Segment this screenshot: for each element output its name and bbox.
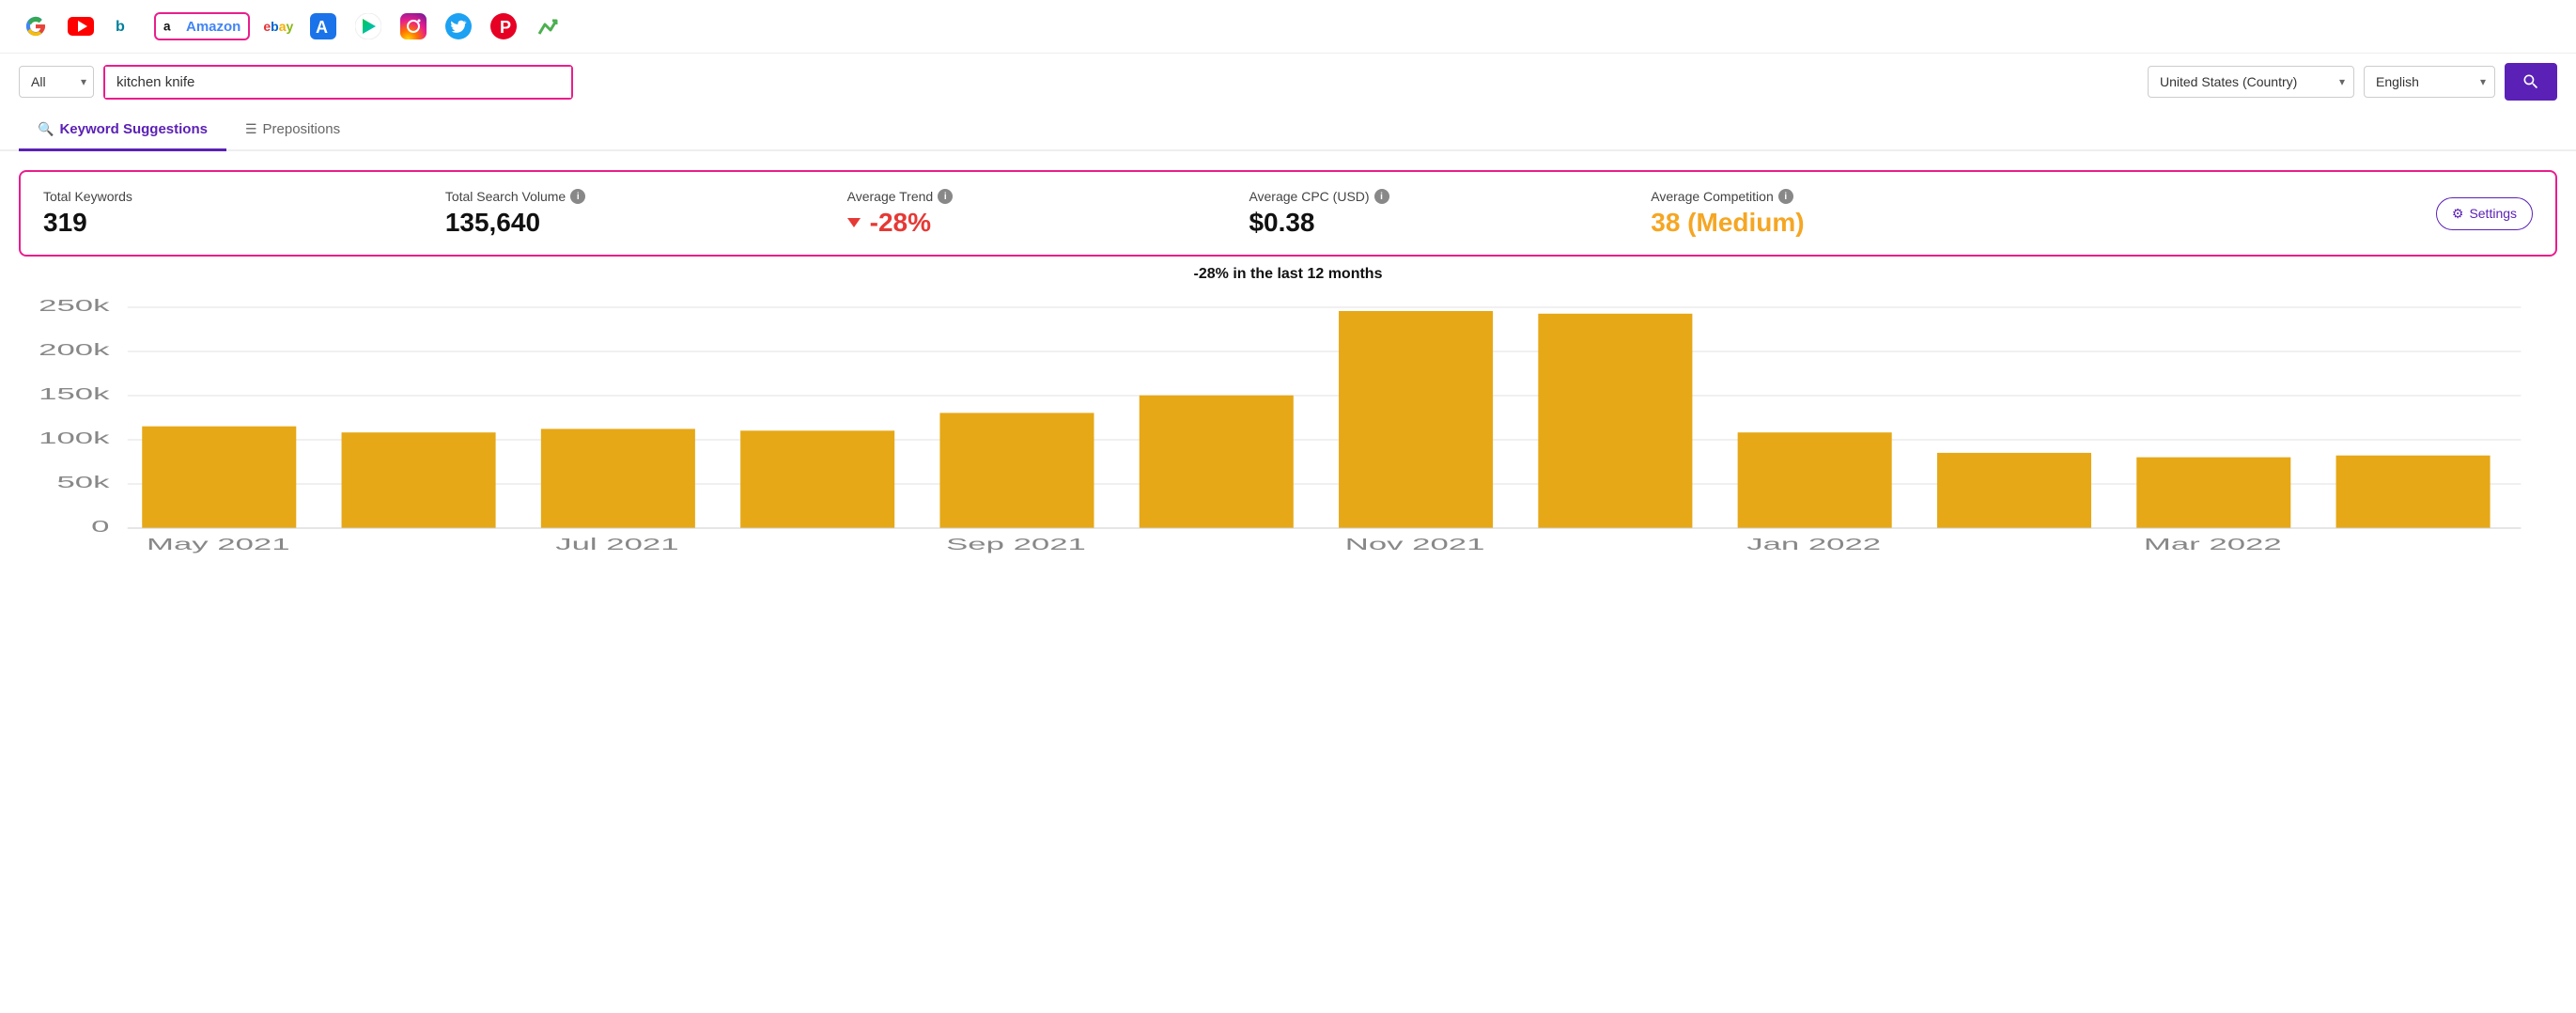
total-search-volume-info-icon[interactable]: i: [570, 189, 585, 204]
search-button[interactable]: [2505, 63, 2557, 101]
total-keywords-value: 319: [43, 208, 427, 238]
stat-average-competition: Average Competition i 38 (Medium): [1651, 189, 2053, 238]
twitter-nav-icon[interactable]: [442, 9, 475, 43]
bing-nav-icon[interactable]: b: [109, 9, 143, 43]
search-input-wrapper: [103, 65, 573, 100]
average-trend-value: -28%: [847, 208, 1231, 238]
search-tab-icon: 🔍: [38, 121, 54, 137]
svg-text:P: P: [500, 18, 511, 37]
svg-text:150k: 150k: [39, 384, 110, 403]
chart-area: 250k 200k 150k 100k 50k 0: [19, 298, 2557, 561]
stat-average-trend: Average Trend i -28%: [847, 189, 1249, 238]
country-select-wrapper: United States (Country): [2148, 66, 2354, 98]
trend-down-arrow-icon: [847, 218, 861, 227]
bar-dec2021: [1538, 314, 1692, 528]
average-cpc-label: Average CPC (USD) i: [1249, 189, 1632, 204]
svg-text:250k: 250k: [39, 298, 110, 315]
svg-text:Mar 2022: Mar 2022: [2144, 535, 2282, 553]
stat-average-cpc: Average CPC (USD) i $0.38: [1249, 189, 1651, 238]
search-bar: All United States (Country) English: [0, 54, 2576, 110]
bar-aug2021: [740, 430, 894, 528]
svg-text:Jul 2021: Jul 2021: [555, 535, 678, 553]
bar-mar2022: [2136, 458, 2290, 528]
country-select[interactable]: United States (Country): [2148, 66, 2354, 98]
language-select-wrapper: English: [2364, 66, 2495, 98]
tab-prepositions-label: Prepositions: [263, 121, 341, 137]
tab-suggestions-label: Keyword Suggestions: [59, 121, 208, 137]
settings-button[interactable]: ⚙ Settings: [2436, 197, 2533, 230]
average-competition-label: Average Competition i: [1651, 189, 2034, 204]
bar-sep2021: [939, 413, 1094, 528]
search-input[interactable]: [105, 67, 571, 98]
ebay-nav-icon[interactable]: ebay: [261, 9, 295, 43]
filter-select[interactable]: All: [19, 66, 94, 98]
bar-feb2022: [1937, 453, 2091, 528]
svg-text:100k: 100k: [39, 429, 110, 447]
svg-text:b: b: [116, 18, 125, 35]
stat-total-search-volume: Total Search Volume i 135,640: [445, 189, 847, 238]
settings-gear-icon: ⚙: [2452, 206, 2464, 222]
svg-text:Sep 2021: Sep 2021: [946, 535, 1086, 553]
stats-panel: Total Keywords 319 Total Search Volume i…: [19, 170, 2557, 257]
bar-jun2021: [342, 432, 496, 528]
average-cpc-value: $0.38: [1249, 208, 1632, 238]
language-select[interactable]: English: [2364, 66, 2495, 98]
total-search-volume-value: 135,640: [445, 208, 829, 238]
svg-text:A: A: [316, 18, 328, 37]
search-icon: [2522, 72, 2540, 91]
svg-text:50k: 50k: [57, 473, 110, 491]
top-nav: b a Amazon ebay A: [0, 0, 2576, 54]
chart-title: -28% in the last 12 months: [19, 266, 2557, 283]
tabs: 🔍 Keyword Suggestions ☰ Prepositions: [0, 110, 2576, 151]
youtube-nav-icon[interactable]: [64, 9, 98, 43]
svg-text:a: a: [163, 20, 171, 34]
average-competition-value: 38 (Medium): [1651, 208, 2034, 238]
tab-keyword-suggestions[interactable]: 🔍 Keyword Suggestions: [19, 110, 226, 151]
average-trend-info-icon[interactable]: i: [938, 189, 953, 204]
svg-text:Nov 2021: Nov 2021: [1345, 535, 1485, 553]
tab-prepositions[interactable]: ☰ Prepositions: [226, 110, 359, 151]
svg-text:Jan 2022: Jan 2022: [1746, 535, 1881, 553]
average-trend-label: Average Trend i: [847, 189, 1231, 204]
svg-text:0: 0: [91, 517, 109, 536]
bar-apr2022: [2336, 456, 2491, 528]
playstore-nav-icon[interactable]: [351, 9, 385, 43]
bar-nov2021: [1339, 311, 1493, 528]
total-keywords-label: Total Keywords: [43, 189, 427, 204]
average-competition-info-icon[interactable]: i: [1778, 189, 1793, 204]
amazon-nav-icon[interactable]: a Amazon: [154, 12, 250, 40]
instagram-nav-icon[interactable]: [396, 9, 430, 43]
svg-text:May 2021: May 2021: [147, 535, 290, 553]
total-search-volume-label: Total Search Volume i: [445, 189, 829, 204]
bar-jul2021: [541, 429, 695, 528]
average-cpc-info-icon[interactable]: i: [1374, 189, 1389, 204]
bar-may2021: [142, 427, 296, 528]
svg-text:200k: 200k: [39, 340, 110, 359]
pinterest-nav-icon[interactable]: P: [487, 9, 520, 43]
bar-oct2021: [1140, 396, 1294, 528]
filter-select-wrapper: All: [19, 66, 94, 98]
chart-container: -28% in the last 12 months 250k 200k 150…: [19, 266, 2557, 561]
appstore-nav-icon[interactable]: A: [306, 9, 340, 43]
amazon-label: Amazon: [186, 19, 241, 35]
chart-svg: 250k 200k 150k 100k 50k 0: [19, 298, 2557, 561]
settings-label: Settings: [2469, 206, 2517, 221]
trends-nav-icon[interactable]: [532, 9, 566, 43]
prepositions-tab-icon: ☰: [245, 121, 257, 137]
stat-total-keywords: Total Keywords 319: [43, 189, 445, 238]
bar-jan2022: [1738, 432, 1892, 528]
google-nav-icon[interactable]: [19, 9, 53, 43]
